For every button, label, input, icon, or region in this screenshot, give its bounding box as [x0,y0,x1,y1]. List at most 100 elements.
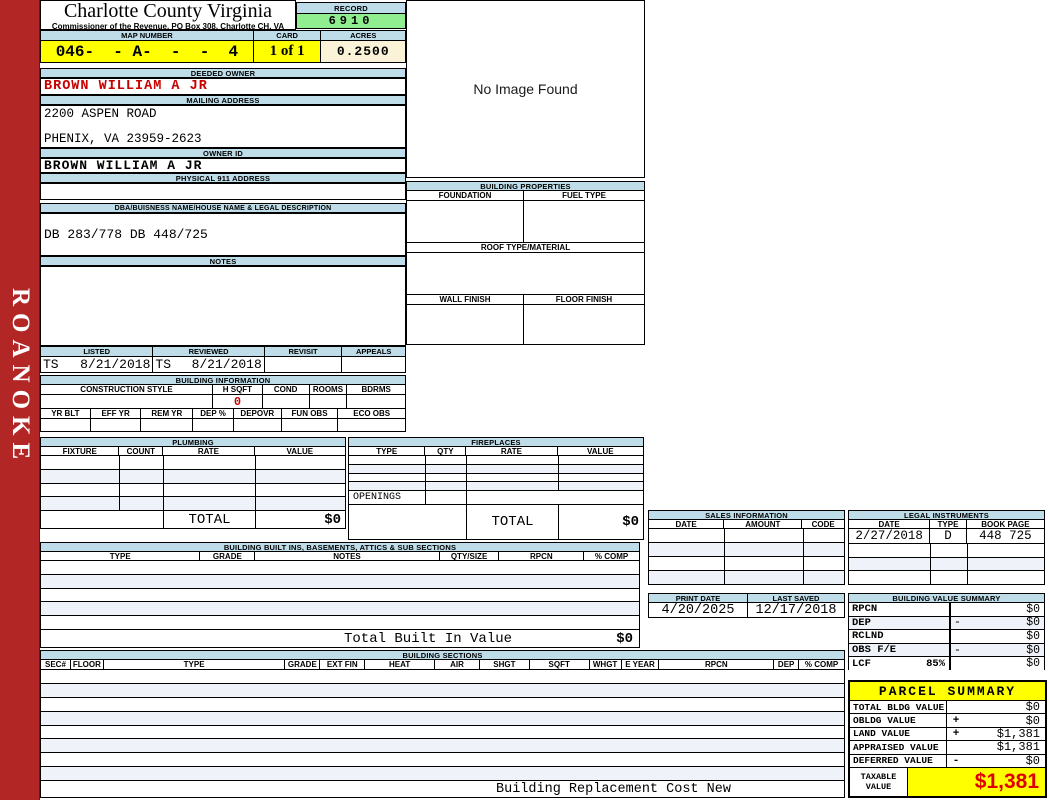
sales-hdr-amount: AMOUNT [724,520,803,529]
empty-row [41,767,844,780]
legal-body [849,544,1044,585]
notes-label: NOTES [40,256,406,266]
dba-label: DBA/BUISNESS NAME/HOUSE NAME & LEGAL DES… [40,203,406,213]
last-saved-label: LAST SAVED [748,594,844,603]
floorfinish-value [524,305,644,344]
plumbing-body [41,456,345,510]
parcel-label: TOTAL BLDG VALUE [850,701,947,714]
record-value: 6910 [297,14,405,28]
mailing-line1: 2200 ASPEN ROAD [44,107,157,121]
fireplaces-hdr-qty: QTY [425,447,467,456]
plumbing-hdr-rate: RATE [163,447,255,456]
sections-hdr-grade: GRADE [285,660,321,669]
plumbing-table: PLUMBING FIXTURE COUNT RATE VALUE TOTAL … [40,437,346,529]
bvs-row-obs: OBS F/E - $0 [849,644,1044,658]
hdr-bdrms: BDRMS [347,385,405,394]
empty-row [41,753,844,768]
listed-by: TS [43,357,59,372]
print-date-value: 4/20/2025 [649,603,748,618]
sections-hdr-air: AIR [435,660,480,669]
bvs-label: OBS F/E [852,644,897,657]
dba-value: DB 283/778 DB 448/725 [40,213,406,256]
acres-value: 0.2500 [321,41,405,62]
empty-row [41,497,345,510]
notes-value [40,266,406,346]
empty-row [41,602,639,617]
empty-row [41,616,639,629]
building-sections-title: BUILDING SECTIONS [41,651,844,660]
parcel-op: + [952,727,960,740]
mailing-address-box: 2200 ASPEN ROAD PHENIX, VA 23959-2623 [40,105,406,148]
appeals-label: APPEALS [342,347,406,356]
acres-label: ACRES [321,31,405,40]
map-number-value: 046- - A- - - 4 [41,41,254,62]
building-value-summary: BUILDING VALUE SUMMARY RPCN $0 DEP - $0 R… [848,593,1045,671]
hdr-rooms: ROOMS [309,385,348,394]
empty-row [349,482,643,490]
taxable-label: TAXABLE VALUE [850,767,908,796]
plumbing-hdr-value: VALUE [254,447,346,456]
building-properties-title: BUILDING PROPERTIES [407,182,644,191]
parcel-row-totalbldg: TOTAL BLDG VALUE $0 [850,700,1045,715]
map-card-acres: MAP NUMBER CARD ACRES 046- - A- - - 4 1 … [40,30,406,63]
plumbing-total-value: $0 [324,511,341,528]
bvs-op: - [954,616,961,630]
empty-row [41,670,844,684]
building-properties-table: BUILDING PROPERTIES FOUNDATION FUEL TYPE… [406,181,645,345]
hdr-remyr: REM YR [141,409,194,418]
empty-row [649,543,844,557]
empty-row [41,561,639,575]
hdr-funobs: FUN OBS [281,409,339,418]
sidebar-vertical-label: ROANOKE [7,287,34,467]
bvs-label: RPCN [852,603,878,616]
empty-row [849,544,1044,558]
sections-hdr-shgt: SHGT [479,660,530,669]
fireplaces-hdr-value: VALUE [557,447,643,456]
bvs-value: $0 [1026,629,1040,643]
owner-id-label: OWNER ID [40,148,406,158]
sales-body [649,529,844,584]
builtins-hdr-comp: % COMP [584,552,639,561]
plumbing-hdr-count: COUNT [119,447,164,456]
reviewed-value: TS 8/21/2018 [153,357,265,372]
building-information-title: BUILDING INFORMATION [41,376,405,385]
fireplaces-total-value: $0 [622,514,639,530]
deeded-owner-label: DEEDED OWNER [40,68,406,78]
hdr-roof: ROOF TYPE/MATERIAL [407,243,644,252]
image-panel: No Image Found [406,0,645,178]
card-value: 1 of 1 [253,41,322,62]
parcel-value: $0 [1025,713,1040,728]
card-label: CARD [253,31,322,40]
builtins-total-label: Total Built In Value [344,630,513,647]
sections-hdr-comp: % COMP [799,660,845,669]
county-title: Charlotte County Virginia [63,0,273,22]
hdr-fueltype: FUEL TYPE [524,191,644,200]
hdr-ecoobs: ECO OBS [338,409,405,418]
builtins-hdr-notes: NOTES [255,552,440,561]
hdr-yrblt: YR BLT [41,409,91,418]
sections-hdr-dep: DEP [774,660,800,669]
hdr-hsqft: H SQFT [213,385,263,394]
reviewed-label: REVIEWED [153,347,265,356]
builtins-hdr-type: TYPE [41,552,201,561]
fireplaces-table: FIREPLACES TYPE QTY RATE VALUE OPENINGS … [348,437,644,540]
revisit-label: REVISIT [264,347,343,356]
mailing-address-label: MAILING ADDRESS [40,95,406,105]
sales-table: SALES INFORMATION DATE AMOUNT CODE [648,510,845,585]
empty-row [849,571,1044,585]
hdr-effyr: EFF YR [90,409,142,418]
empty-row [41,588,639,603]
foundation-value [407,201,524,242]
sections-hdr-rpcn: RPCN [659,660,775,669]
fireplaces-hdr-rate: RATE [466,447,558,456]
parcel-row-deferred: DEFERRED VALUE - $0 [850,754,1045,768]
bvs-value: $0 [1026,602,1040,616]
deeded-owner-value: BROWN WILLIAM A JR [40,78,406,95]
hdr-depovr: DEPOVR [233,409,282,418]
bvs-label: LCF [852,657,871,670]
parcel-op: - [952,754,960,767]
parcel-label: DEFERRED VALUE [850,754,947,767]
legal-row-1: 2/27/2018 D 448 725 [849,529,1044,544]
taxable-label-line2: VALUE [865,781,892,792]
bvs-op: - [954,643,961,657]
